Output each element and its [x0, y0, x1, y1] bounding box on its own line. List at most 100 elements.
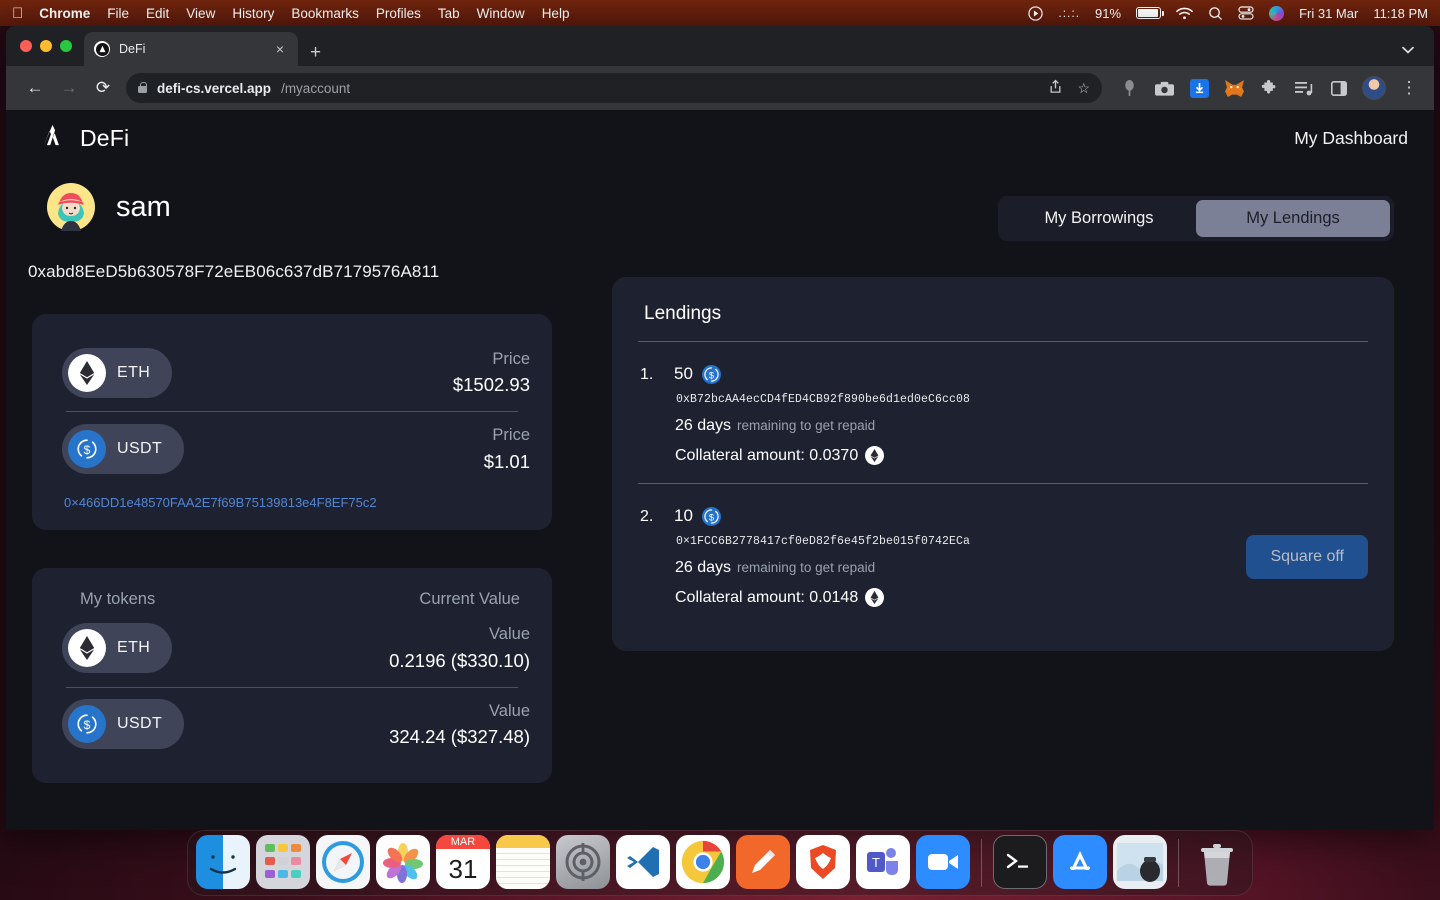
- dock-app-teams[interactable]: T: [856, 835, 910, 889]
- dock-app-system-settings[interactable]: [556, 835, 610, 889]
- lending-index: 1.: [640, 366, 654, 383]
- token-row-eth: ETH Value 0.2196 ($330.10): [54, 611, 530, 686]
- eth-coin-icon: [865, 588, 885, 607]
- price-value-usdt: Price $1.01: [484, 422, 530, 475]
- menu-item-history[interactable]: History: [232, 6, 274, 21]
- dock-app-terminal[interactable]: [993, 835, 1047, 889]
- maximize-window-button[interactable]: [60, 40, 72, 52]
- dock-app-zoom[interactable]: [916, 835, 970, 889]
- tab-my-borrowings[interactable]: My Borrowings: [1002, 200, 1196, 237]
- lending-days-suffix: remaining to get repaid: [737, 560, 876, 575]
- eth-coin-icon: [865, 446, 885, 465]
- side-panel-icon[interactable]: [1326, 75, 1352, 101]
- segmented-tabs: My Borrowings My Lendings: [998, 196, 1394, 241]
- menubar-date[interactable]: Fri 31 Mar: [1299, 6, 1358, 21]
- search-icon[interactable]: [1208, 6, 1223, 21]
- forward-button[interactable]: →: [52, 71, 86, 105]
- window-traffic-lights: [16, 26, 84, 66]
- menu-item-chrome[interactable]: Chrome: [39, 6, 90, 21]
- dock-app-preview[interactable]: [1113, 835, 1167, 889]
- chevron-down-icon[interactable]: [1402, 45, 1414, 57]
- svg-text:$: $: [709, 512, 714, 522]
- tab-my-lendings[interactable]: My Lendings: [1196, 200, 1390, 237]
- menu-item-window[interactable]: Window: [477, 6, 525, 21]
- menu-item-edit[interactable]: Edit: [146, 6, 169, 21]
- token-pill-usdt[interactable]: $ USDT: [62, 699, 185, 750]
- lending-item: 2. 10 $ 0×1FCC6B2778417cf0eD82f6e45f2be0…: [638, 484, 1368, 625]
- site-brand[interactable]: DeFi: [40, 122, 129, 154]
- new-tab-button[interactable]: +: [310, 43, 321, 62]
- profile-avatar[interactable]: [1361, 75, 1387, 101]
- usdt-contract-link[interactable]: 0×466DD1e48570FAA2E7f69B75139813e4F8EF75…: [54, 487, 530, 510]
- extensions-puzzle-icon[interactable]: [1256, 75, 1282, 101]
- dock-app-vscode[interactable]: [616, 835, 670, 889]
- right-column: My Borrowings My Lendings Lendings 1. 50: [612, 196, 1394, 783]
- reading-list-icon[interactable]: [1291, 75, 1317, 101]
- wifi-icon[interactable]: [1176, 7, 1193, 20]
- price-label: Price: [492, 350, 530, 368]
- share-icon[interactable]: [1048, 79, 1063, 97]
- macos-dock: MAR 31 T: [187, 830, 1253, 896]
- token-pill-eth[interactable]: ETH: [62, 347, 173, 398]
- calendar-day-label: 31: [448, 853, 478, 884]
- close-tab-icon[interactable]: ×: [272, 42, 288, 56]
- dock-app-safari[interactable]: [316, 835, 370, 889]
- lending-collateral: Collateral amount: 0.0370: [674, 435, 1368, 465]
- metamask-fox-icon[interactable]: [1221, 75, 1247, 101]
- dock-app-brave[interactable]: [796, 835, 850, 889]
- screen-record-icon[interactable]: [1028, 5, 1044, 21]
- dock-separator: [1178, 839, 1179, 887]
- dots-status-icon[interactable]: .:.:.: [1058, 6, 1080, 20]
- browser-tab-strip: DeFi × +: [6, 26, 1434, 66]
- address-bar-host: defi-cs.vercel.app: [157, 80, 272, 96]
- svg-text:$: $: [84, 443, 91, 457]
- camera-icon[interactable]: [1151, 75, 1177, 101]
- minimize-window-button[interactable]: [40, 40, 52, 52]
- menubar-time[interactable]: 11:18 PM: [1373, 6, 1428, 21]
- lending-item: 1. 50 $ 0xB72bcAA4ecCD4fED4CB92f890be6d1…: [638, 342, 1368, 483]
- tabs-wrapper: My Borrowings My Lendings: [612, 196, 1394, 241]
- menu-item-bookmarks[interactable]: Bookmarks: [291, 6, 359, 21]
- dock-app-launchpad[interactable]: [256, 835, 310, 889]
- square-off-button[interactable]: Square off: [1246, 534, 1368, 579]
- back-button[interactable]: ←: [18, 71, 52, 105]
- svg-text:$: $: [84, 718, 91, 732]
- dock-app-calendar[interactable]: MAR 31: [436, 835, 490, 889]
- price-row-eth: ETH Price $1502.93: [54, 336, 530, 411]
- download-extension-icon[interactable]: [1186, 75, 1212, 101]
- dock-app-photos[interactable]: [376, 835, 430, 889]
- menu-item-profiles[interactable]: Profiles: [376, 6, 421, 21]
- bookmark-star-icon[interactable]: ☆: [1077, 80, 1090, 97]
- defi-web-page: DeFi My Dashboard sam 0xabd8EeD5b630578F…: [6, 110, 1434, 830]
- chrome-menu-icon[interactable]: ⋮: [1396, 75, 1422, 101]
- menu-item-file[interactable]: File: [107, 6, 129, 21]
- token-pill-eth[interactable]: ETH: [62, 623, 173, 673]
- menu-bar-status-items: .:.:. 91% Fri 31 Mar 11:18 PM: [1028, 5, 1428, 21]
- dock-app-chrome[interactable]: [676, 835, 730, 889]
- dock-app-finder[interactable]: [196, 835, 250, 889]
- lending-amount: 50: [674, 364, 693, 383]
- my-dashboard-link[interactable]: My Dashboard: [1294, 128, 1408, 149]
- lending-address: 0×1FCC6B2778417cf0eD82f6e45f2be015f0742E…: [676, 535, 971, 548]
- dock-app-trash[interactable]: [1190, 835, 1244, 889]
- value-label: Value: [489, 701, 530, 720]
- control-center-icon[interactable]: [1238, 6, 1254, 20]
- siri-icon[interactable]: [1269, 5, 1285, 21]
- mac-menu-bar:  Chrome File Edit View History Bookmark…: [0, 0, 1440, 26]
- reload-button[interactable]: ⟳: [86, 71, 120, 105]
- value-amount: 0.2196 ($330.10): [389, 649, 530, 671]
- close-window-button[interactable]: [20, 40, 32, 52]
- value-amount: 324.24 ($327.48): [389, 726, 530, 747]
- menu-item-view[interactable]: View: [186, 6, 215, 21]
- token-pill-usdt[interactable]: $ USDT: [62, 423, 185, 474]
- apple-logo-icon[interactable]: : [12, 6, 23, 21]
- dock-app-postman[interactable]: [736, 835, 790, 889]
- dock-app-notes[interactable]: [496, 835, 550, 889]
- battery-icon[interactable]: [1136, 7, 1165, 19]
- address-bar[interactable]: defi-cs.vercel.app/myaccount ☆: [126, 73, 1102, 103]
- dock-app-app-store[interactable]: [1053, 835, 1107, 889]
- browser-tab-defi[interactable]: DeFi ×: [84, 32, 298, 66]
- pin-icon[interactable]: [1116, 75, 1142, 101]
- menu-item-tab[interactable]: Tab: [438, 6, 460, 21]
- menu-item-help[interactable]: Help: [542, 6, 570, 21]
